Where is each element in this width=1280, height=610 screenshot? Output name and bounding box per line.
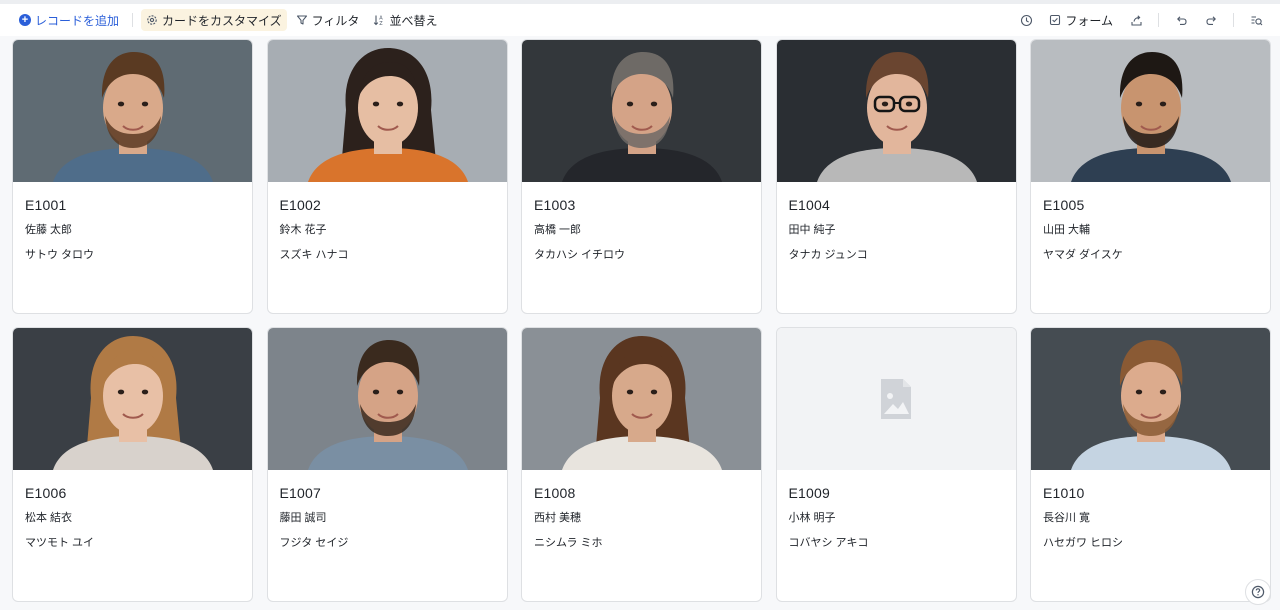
record-card[interactable]: E1002 鈴木 花子スズキ ハナコ xyxy=(266,39,508,314)
sort-label: 並べ替え xyxy=(389,13,438,28)
card-name-kana: スズキ ハナコ xyxy=(279,249,349,261)
gear-icon xyxy=(146,14,158,26)
card-name-kana: タナカ ジュンコ xyxy=(788,249,868,261)
portrait-illustration xyxy=(1031,40,1270,182)
card-name: 田中 純子 xyxy=(788,224,836,236)
filter-icon xyxy=(296,14,308,26)
card-body: E1009 小林 明子コバヤシ アキコ xyxy=(777,470,1016,551)
portrait-illustration xyxy=(776,40,1016,182)
card-photo-empty xyxy=(776,328,1016,470)
record-card[interactable]: E1006 松本 結衣マツモト ユイ xyxy=(12,327,253,602)
portrait-illustration xyxy=(267,328,507,470)
help-icon[interactable] xyxy=(1245,579,1271,605)
card-body: E1002 鈴木 花子スズキ ハナコ xyxy=(268,182,507,263)
portrait-illustration xyxy=(522,40,761,182)
view-toolbar: + レコードを追加 カードをカスタマイズ フィルタ AZ 並べ替え フォーム xyxy=(0,4,1280,36)
card-body: E1010 長谷川 寛ハセガワ ヒロシ xyxy=(1031,470,1270,551)
card-employee-id: E1010 xyxy=(1043,485,1085,501)
card-employee-id: E1009 xyxy=(788,485,830,501)
card-employee-id: E1006 xyxy=(25,485,67,501)
add-record-label: レコードを追加 xyxy=(35,13,120,28)
card-body: E1001 佐藤 太郎サトウ タロウ xyxy=(13,182,252,263)
add-record-button[interactable]: + レコードを追加 xyxy=(14,9,124,31)
card-name: 鈴木 花子 xyxy=(279,224,327,236)
card-name: 藤田 誠司 xyxy=(279,512,327,524)
card-name-kana: サトウ タロウ xyxy=(25,249,95,261)
toolbar-divider-end xyxy=(1233,13,1234,27)
card-employee-id: E1003 xyxy=(534,197,576,213)
card-employee-id: E1007 xyxy=(279,485,321,501)
card-body: E1007 藤田 誠司フジタ セイジ xyxy=(268,470,507,551)
share-icon[interactable] xyxy=(1124,9,1148,31)
customize-card-button[interactable]: カードをカスタマイズ xyxy=(141,9,287,31)
toolbar-divider-right xyxy=(1158,13,1159,27)
form-label: フォーム xyxy=(1065,13,1113,28)
history-icon[interactable] xyxy=(1014,9,1038,31)
svg-text:Z: Z xyxy=(380,21,384,26)
card-photo xyxy=(1031,328,1270,470)
portrait-illustration xyxy=(267,40,507,182)
toolbar-left-group: + レコードを追加 カードをカスタマイズ フィルタ AZ 並べ替え xyxy=(14,9,442,31)
toolbar-divider xyxy=(132,13,134,27)
card-name: 小林 明子 xyxy=(788,512,836,524)
undo-icon[interactable] xyxy=(1169,9,1193,31)
record-card[interactable]: E1003 高橋 一郎タカハシ イチロウ xyxy=(521,39,762,314)
card-employee-id: E1008 xyxy=(534,485,576,501)
card-photo xyxy=(1031,40,1270,182)
record-card[interactable]: E1010 長谷川 寛ハセガワ ヒロシ xyxy=(1030,327,1271,602)
card-name-kana: コバヤシ アキコ xyxy=(788,537,869,549)
record-card[interactable]: E1009 小林 明子コバヤシ アキコ xyxy=(775,327,1017,602)
redo-icon[interactable] xyxy=(1199,9,1223,31)
card-grid: E1001 佐藤 太郎サトウ タロウ E1002 鈴木 花子スズキ ハナコ E1003 高… xyxy=(12,39,1271,602)
portrait-illustration xyxy=(522,328,761,470)
customize-card-label: カードをカスタマイズ xyxy=(162,13,282,28)
card-body: E1003 高橋 一郎タカハシ イチロウ xyxy=(522,182,761,263)
portrait-illustration xyxy=(13,40,252,182)
card-body: E1005 山田 大輔ヤマダ ダイスケ xyxy=(1031,182,1270,263)
card-body: E1006 松本 結衣マツモト ユイ xyxy=(13,470,252,551)
card-name: 高橋 一郎 xyxy=(534,224,582,236)
card-name-kana: タカハシ イチロウ xyxy=(534,249,626,261)
image-placeholder-icon xyxy=(881,379,911,419)
card-name-kana: ニシムラ ミホ xyxy=(534,537,603,549)
card-body: E1008 西村 美穂ニシムラ ミホ xyxy=(522,470,761,551)
card-employee-id: E1005 xyxy=(1043,197,1085,213)
record-card[interactable]: E1005 山田 大輔ヤマダ ダイスケ xyxy=(1030,39,1271,314)
toolbar-right-group: フォーム xyxy=(1014,9,1268,31)
card-name-kana: フジタ セイジ xyxy=(279,537,349,549)
card-employee-id: E1002 xyxy=(279,197,321,213)
card-photo xyxy=(522,328,761,470)
card-name: 松本 結衣 xyxy=(25,512,73,524)
card-name-kana: マツモト ユイ xyxy=(25,537,95,549)
sort-button[interactable]: AZ 並べ替え xyxy=(368,9,442,31)
filter-button[interactable]: フィルタ xyxy=(291,9,365,31)
sort-icon: AZ xyxy=(373,14,385,26)
card-name: 佐藤 太郎 xyxy=(25,224,73,236)
record-card[interactable]: E1007 藤田 誠司フジタ セイジ xyxy=(266,327,508,602)
filter-label: フィルタ xyxy=(311,13,360,28)
card-name: 山田 大輔 xyxy=(1043,224,1091,236)
card-photo xyxy=(13,40,252,182)
record-card[interactable]: E1001 佐藤 太郎サトウ タロウ xyxy=(12,39,253,314)
add-circle-icon: + xyxy=(19,14,31,26)
portrait-illustration xyxy=(13,328,252,470)
card-photo xyxy=(267,40,507,182)
record-card[interactable]: E1004 田中 純子タナカ ジュンコ xyxy=(775,39,1017,314)
card-photo xyxy=(522,40,761,182)
record-card[interactable]: E1008 西村 美穂ニシムラ ミホ xyxy=(521,327,762,602)
card-photo xyxy=(776,40,1016,182)
card-body: E1004 田中 純子タナカ ジュンコ xyxy=(777,182,1016,263)
card-photo xyxy=(267,328,507,470)
card-name: 長谷川 寛 xyxy=(1043,512,1091,524)
card-photo xyxy=(13,328,252,470)
search-icon[interactable] xyxy=(1244,9,1268,31)
card-name-kana: ヤマダ ダイスケ xyxy=(1043,249,1123,261)
form-icon xyxy=(1049,14,1061,26)
card-employee-id: E1001 xyxy=(25,197,67,213)
portrait-illustration xyxy=(1031,328,1270,470)
card-name-kana: ハセガワ ヒロシ xyxy=(1043,537,1124,549)
card-employee-id: E1004 xyxy=(788,197,830,213)
card-name: 西村 美穂 xyxy=(534,512,582,524)
form-button[interactable]: フォーム xyxy=(1044,9,1118,31)
